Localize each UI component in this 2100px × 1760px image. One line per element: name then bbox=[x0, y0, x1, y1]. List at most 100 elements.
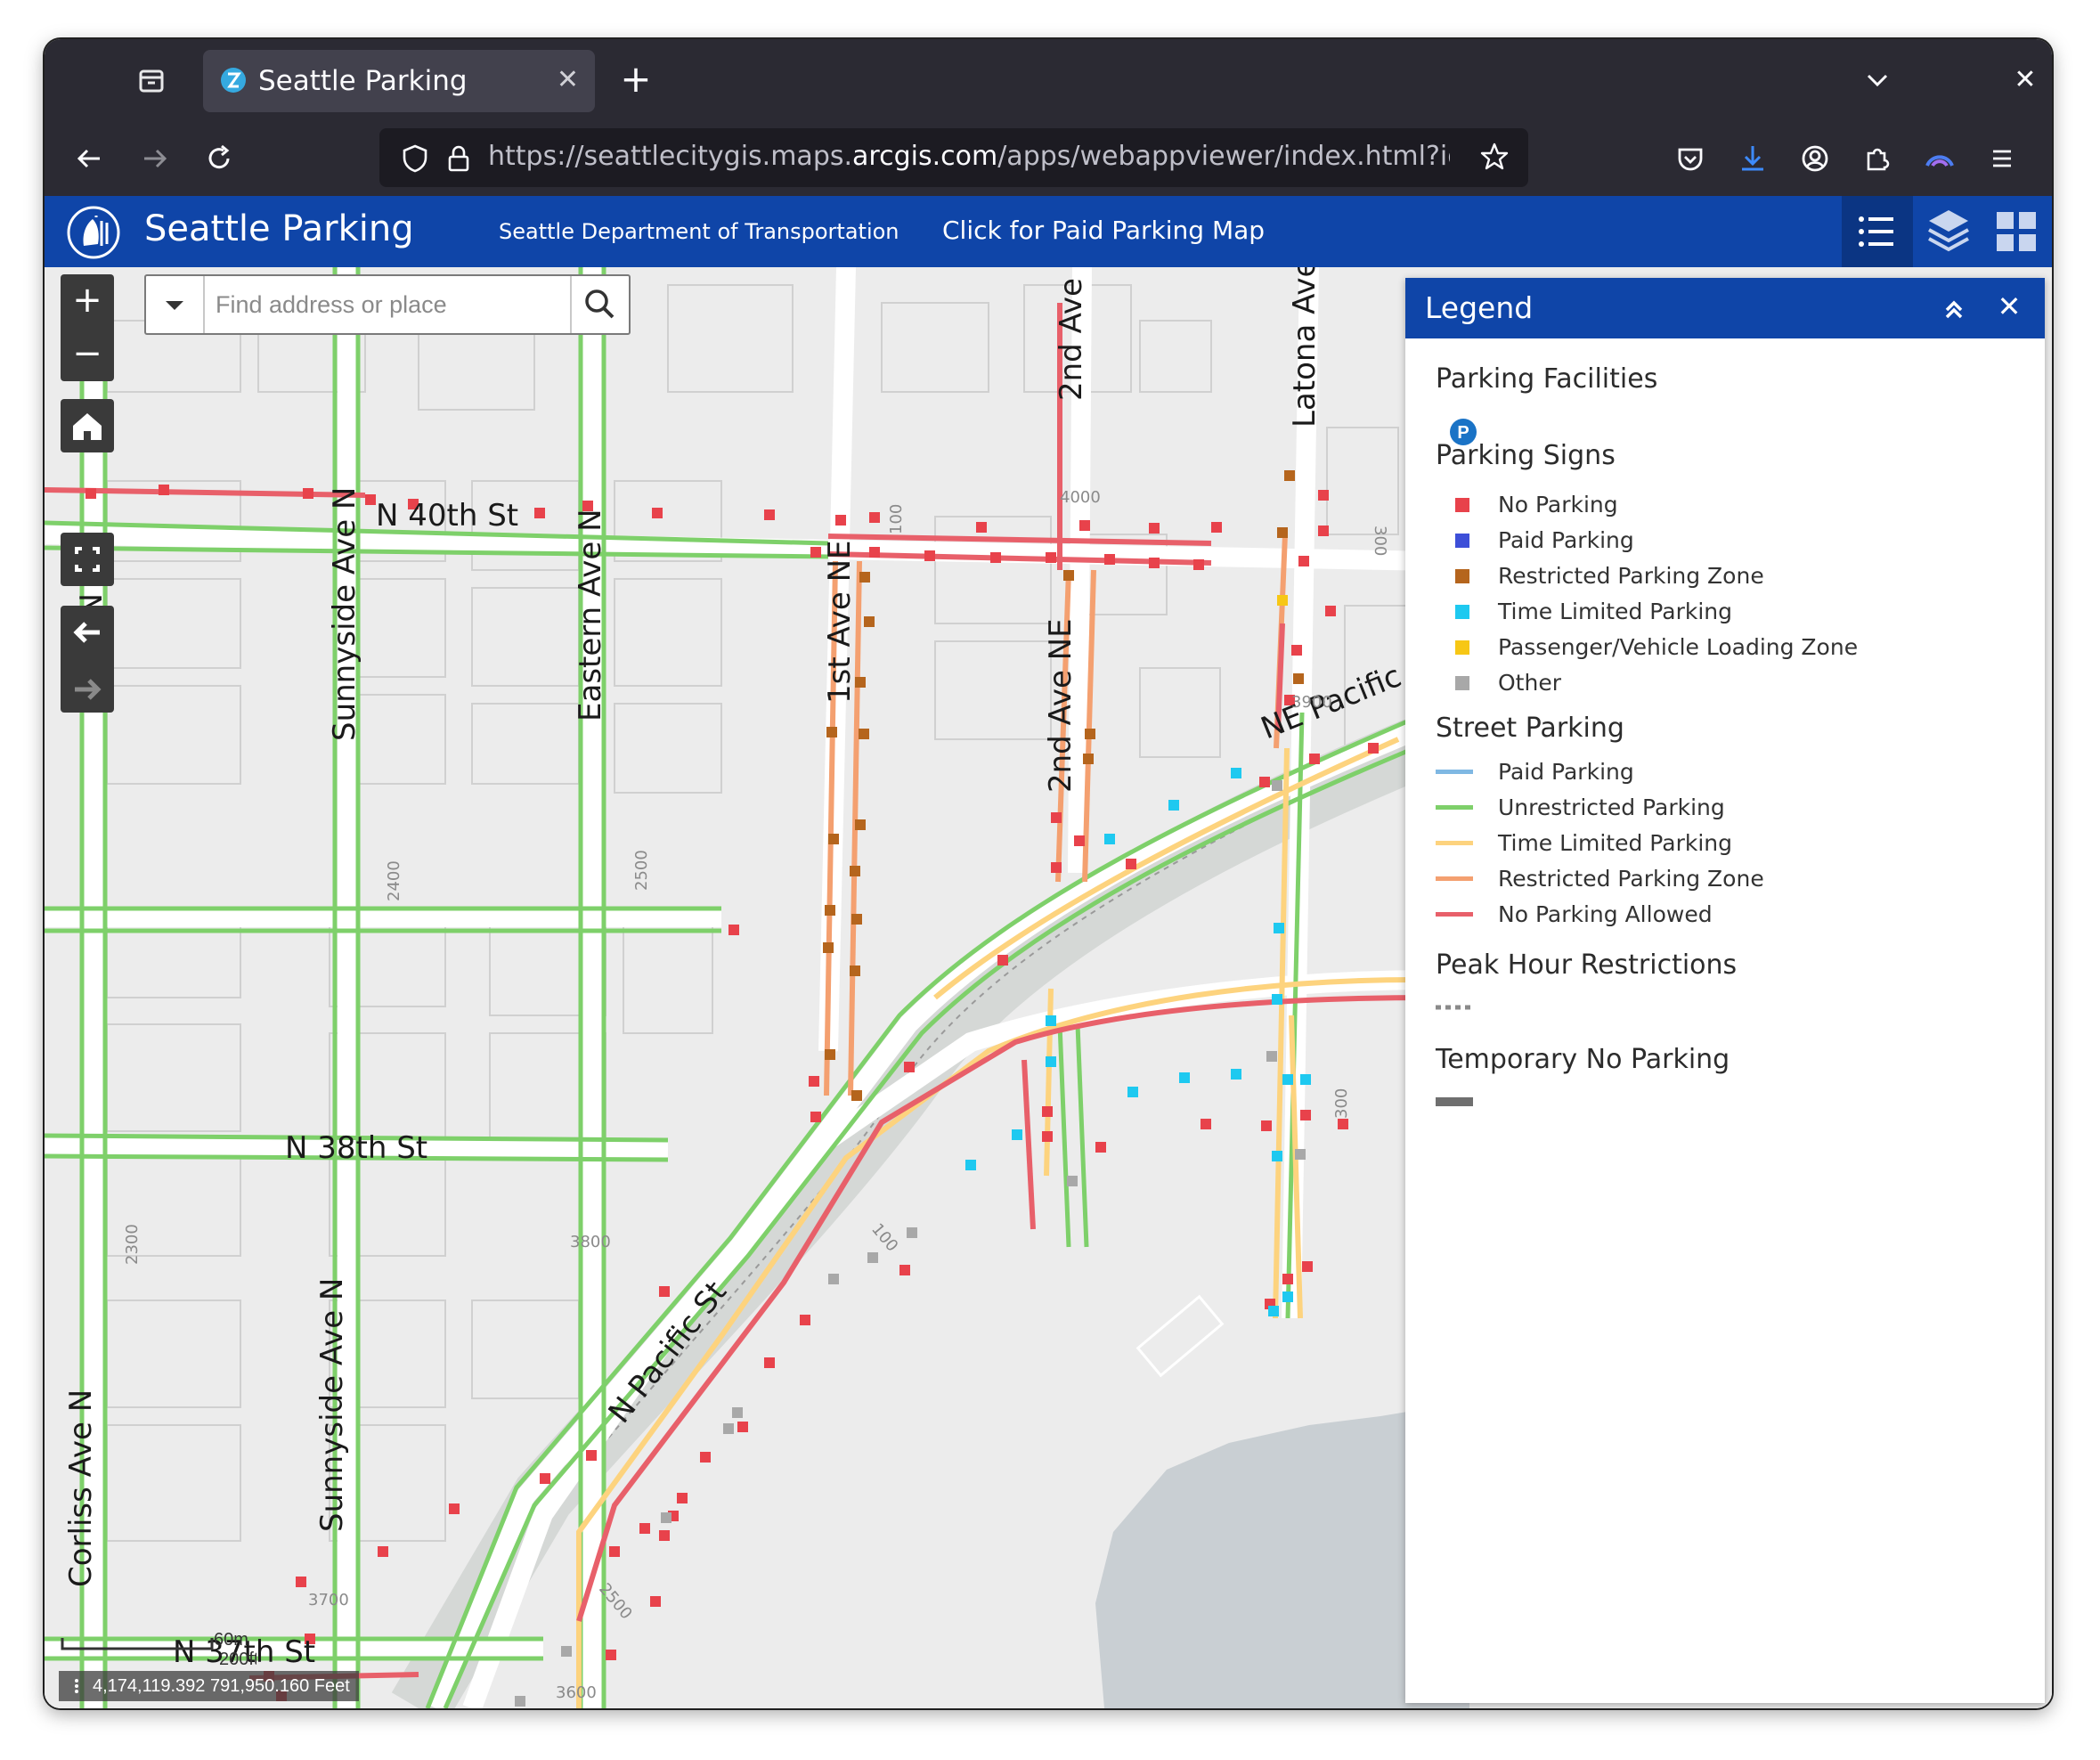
swatch-street-time-limited bbox=[1436, 841, 1473, 845]
label-2nd-ave-upper: 2nd Ave N bbox=[1054, 267, 1089, 401]
extensions-icon[interactable] bbox=[1858, 139, 1897, 178]
block-label: 2500 bbox=[632, 850, 651, 891]
search-input[interactable] bbox=[214, 283, 556, 326]
block-label: 3800 bbox=[570, 1233, 611, 1251]
crosshair-icon bbox=[75, 1679, 78, 1693]
legend-item-label: Other bbox=[1498, 670, 1561, 696]
tab-seattle-parking[interactable]: Seattle Parking ✕ bbox=[203, 50, 595, 112]
legend-item-label: Restricted Parking Zone bbox=[1498, 866, 1764, 892]
back-icon[interactable] bbox=[69, 139, 109, 178]
paid-parking-map-link[interactable]: Click for Paid Parking Map bbox=[942, 216, 1265, 245]
legend-toggle-button[interactable] bbox=[1842, 196, 1913, 267]
block-label: 2300 bbox=[123, 1224, 142, 1265]
legend-section-street: Street Parking bbox=[1436, 713, 1624, 744]
legend-panel: Legend ✕ Parking Facilities P Parking Si… bbox=[1405, 278, 2045, 1703]
url-text: https://seattlecitygis.maps.arcgis.com/a… bbox=[488, 141, 1450, 172]
legend-item-label: Time Limited Parking bbox=[1498, 830, 1732, 856]
seattle-city-logo-icon bbox=[67, 206, 120, 259]
block-label: 4000 bbox=[1060, 488, 1101, 507]
vpn-extension-icon[interactable] bbox=[1920, 139, 1959, 178]
arcgis-favicon-icon bbox=[221, 68, 246, 93]
swatch-time-limited bbox=[1455, 605, 1469, 619]
caret-down-icon bbox=[166, 301, 183, 310]
new-tab-button[interactable]: + bbox=[615, 59, 657, 102]
search-button[interactable] bbox=[570, 276, 629, 333]
label-sunnyside-upper: Sunnyside Ave N bbox=[327, 487, 362, 741]
legend-item-label: Time Limited Parking bbox=[1498, 599, 1732, 624]
home-button[interactable] bbox=[61, 399, 114, 452]
swatch-no-parking bbox=[1455, 498, 1469, 512]
account-icon[interactable] bbox=[1795, 139, 1835, 178]
search-source-dropdown[interactable] bbox=[146, 276, 205, 333]
swatch-street-paid bbox=[1436, 770, 1473, 774]
address-bar[interactable]: https://seattlecitygis.maps.arcgis.com/a… bbox=[379, 128, 1528, 187]
bookmark-star-icon[interactable] bbox=[1478, 141, 1510, 173]
tab-close-icon[interactable]: ✕ bbox=[557, 64, 579, 95]
reload-icon[interactable] bbox=[199, 139, 239, 178]
tracking-shield-icon[interactable] bbox=[399, 143, 431, 175]
legend-section-signs: Parking Signs bbox=[1436, 440, 1616, 471]
zoom-in-button[interactable]: + bbox=[61, 274, 114, 328]
next-extent-icon[interactable] bbox=[61, 663, 114, 716]
legend-item-label: Paid Parking bbox=[1498, 759, 1634, 785]
window-close-icon[interactable]: ✕ bbox=[2007, 62, 2043, 98]
zoom-control: + − bbox=[61, 274, 114, 381]
sdot-link[interactable]: Seattle Department of Transportation bbox=[499, 219, 899, 244]
layers-icon bbox=[1928, 210, 1969, 252]
label-latona: Latona Ave bbox=[1287, 267, 1323, 428]
map-view[interactable]: N 40th St N 38th St N 37th St Sunnyside … bbox=[45, 267, 2052, 1708]
swatch-street-no-parking bbox=[1436, 912, 1473, 917]
legend-item-label: Unrestricted Parking bbox=[1498, 794, 1725, 820]
legend-item-label: Restricted Parking Zone bbox=[1498, 563, 1764, 589]
coordinate-text: 4,174,119.392 791,950.160 Feet bbox=[93, 1676, 350, 1696]
block-label: 2400 bbox=[385, 860, 403, 901]
forward-icon[interactable] bbox=[135, 139, 175, 178]
label-2nd-ave-lower: 2nd Ave NE bbox=[1043, 618, 1078, 793]
legend-section-temporary: Temporary No Parking bbox=[1436, 1044, 1730, 1075]
fullscreen-button[interactable] bbox=[61, 533, 114, 586]
zoom-out-button[interactable]: − bbox=[61, 328, 114, 381]
block-label: 3700 bbox=[308, 1591, 349, 1609]
fullscreen-icon bbox=[75, 547, 100, 572]
swatch-paid-parking bbox=[1455, 534, 1469, 548]
collapse-chevrons-icon[interactable] bbox=[1938, 294, 1970, 326]
label-n38th: N 38th St bbox=[285, 1130, 427, 1166]
tab-overview-icon[interactable] bbox=[134, 62, 169, 98]
layer-list-button[interactable] bbox=[1913, 196, 1984, 267]
legend-section-peak: Peak Hour Restrictions bbox=[1436, 949, 1738, 981]
menu-hamburger-icon[interactable] bbox=[1982, 139, 2022, 178]
scale-imperial-label: 200ft bbox=[219, 1650, 256, 1665]
block-label: 300 bbox=[1332, 1088, 1351, 1119]
block-label: 3900 bbox=[1291, 693, 1332, 712]
legend-close-icon[interactable]: ✕ bbox=[1993, 290, 2025, 322]
label-n40th: N 40th St bbox=[376, 498, 518, 534]
coordinate-readout[interactable]: 4,174,119.392 791,950.160 Feet bbox=[59, 1671, 359, 1701]
app-header: Seattle Parking Seattle Department of Tr… bbox=[45, 196, 2052, 267]
legend-header: Legend ✕ bbox=[1405, 278, 2045, 338]
navigation-toolbar: https://seattlecitygis.maps.arcgis.com/a… bbox=[45, 121, 2052, 197]
swatch-street-unrestricted bbox=[1436, 805, 1473, 810]
lock-icon[interactable] bbox=[444, 143, 474, 175]
legend-item-label: Passenger/Vehicle Loading Zone bbox=[1498, 634, 1859, 660]
scale-bar: 60m 200ft bbox=[61, 1626, 256, 1665]
basemap-gallery-button[interactable] bbox=[1981, 196, 2052, 267]
extent-navigation bbox=[61, 606, 114, 713]
block-label: 300 bbox=[1371, 526, 1389, 556]
swatch-street-restricted bbox=[1436, 876, 1473, 881]
browser-window: Seattle Parking ✕ + ✕ https://seattlecit… bbox=[45, 39, 2052, 1708]
swatch-loading-zone bbox=[1455, 640, 1469, 655]
label-eastern: Eastern Ave N bbox=[573, 509, 608, 721]
geocoder-search bbox=[144, 274, 631, 335]
block-label: 100 bbox=[887, 504, 906, 534]
tab-title: Seattle Parking bbox=[258, 65, 468, 97]
swatch-restricted-zone bbox=[1455, 569, 1469, 583]
pocket-icon[interactable] bbox=[1671, 139, 1710, 178]
legend-section-facilities: Parking Facilities bbox=[1436, 363, 1658, 395]
swatch-temporary-no-parking bbox=[1436, 1097, 1473, 1106]
legend-item-label: No Parking Allowed bbox=[1498, 901, 1713, 927]
grid-icon bbox=[1997, 212, 2036, 251]
home-icon bbox=[73, 413, 102, 440]
tab-list-chevron-icon[interactable] bbox=[1858, 61, 1897, 100]
previous-extent-icon[interactable] bbox=[61, 606, 114, 659]
downloads-icon[interactable] bbox=[1733, 139, 1772, 178]
